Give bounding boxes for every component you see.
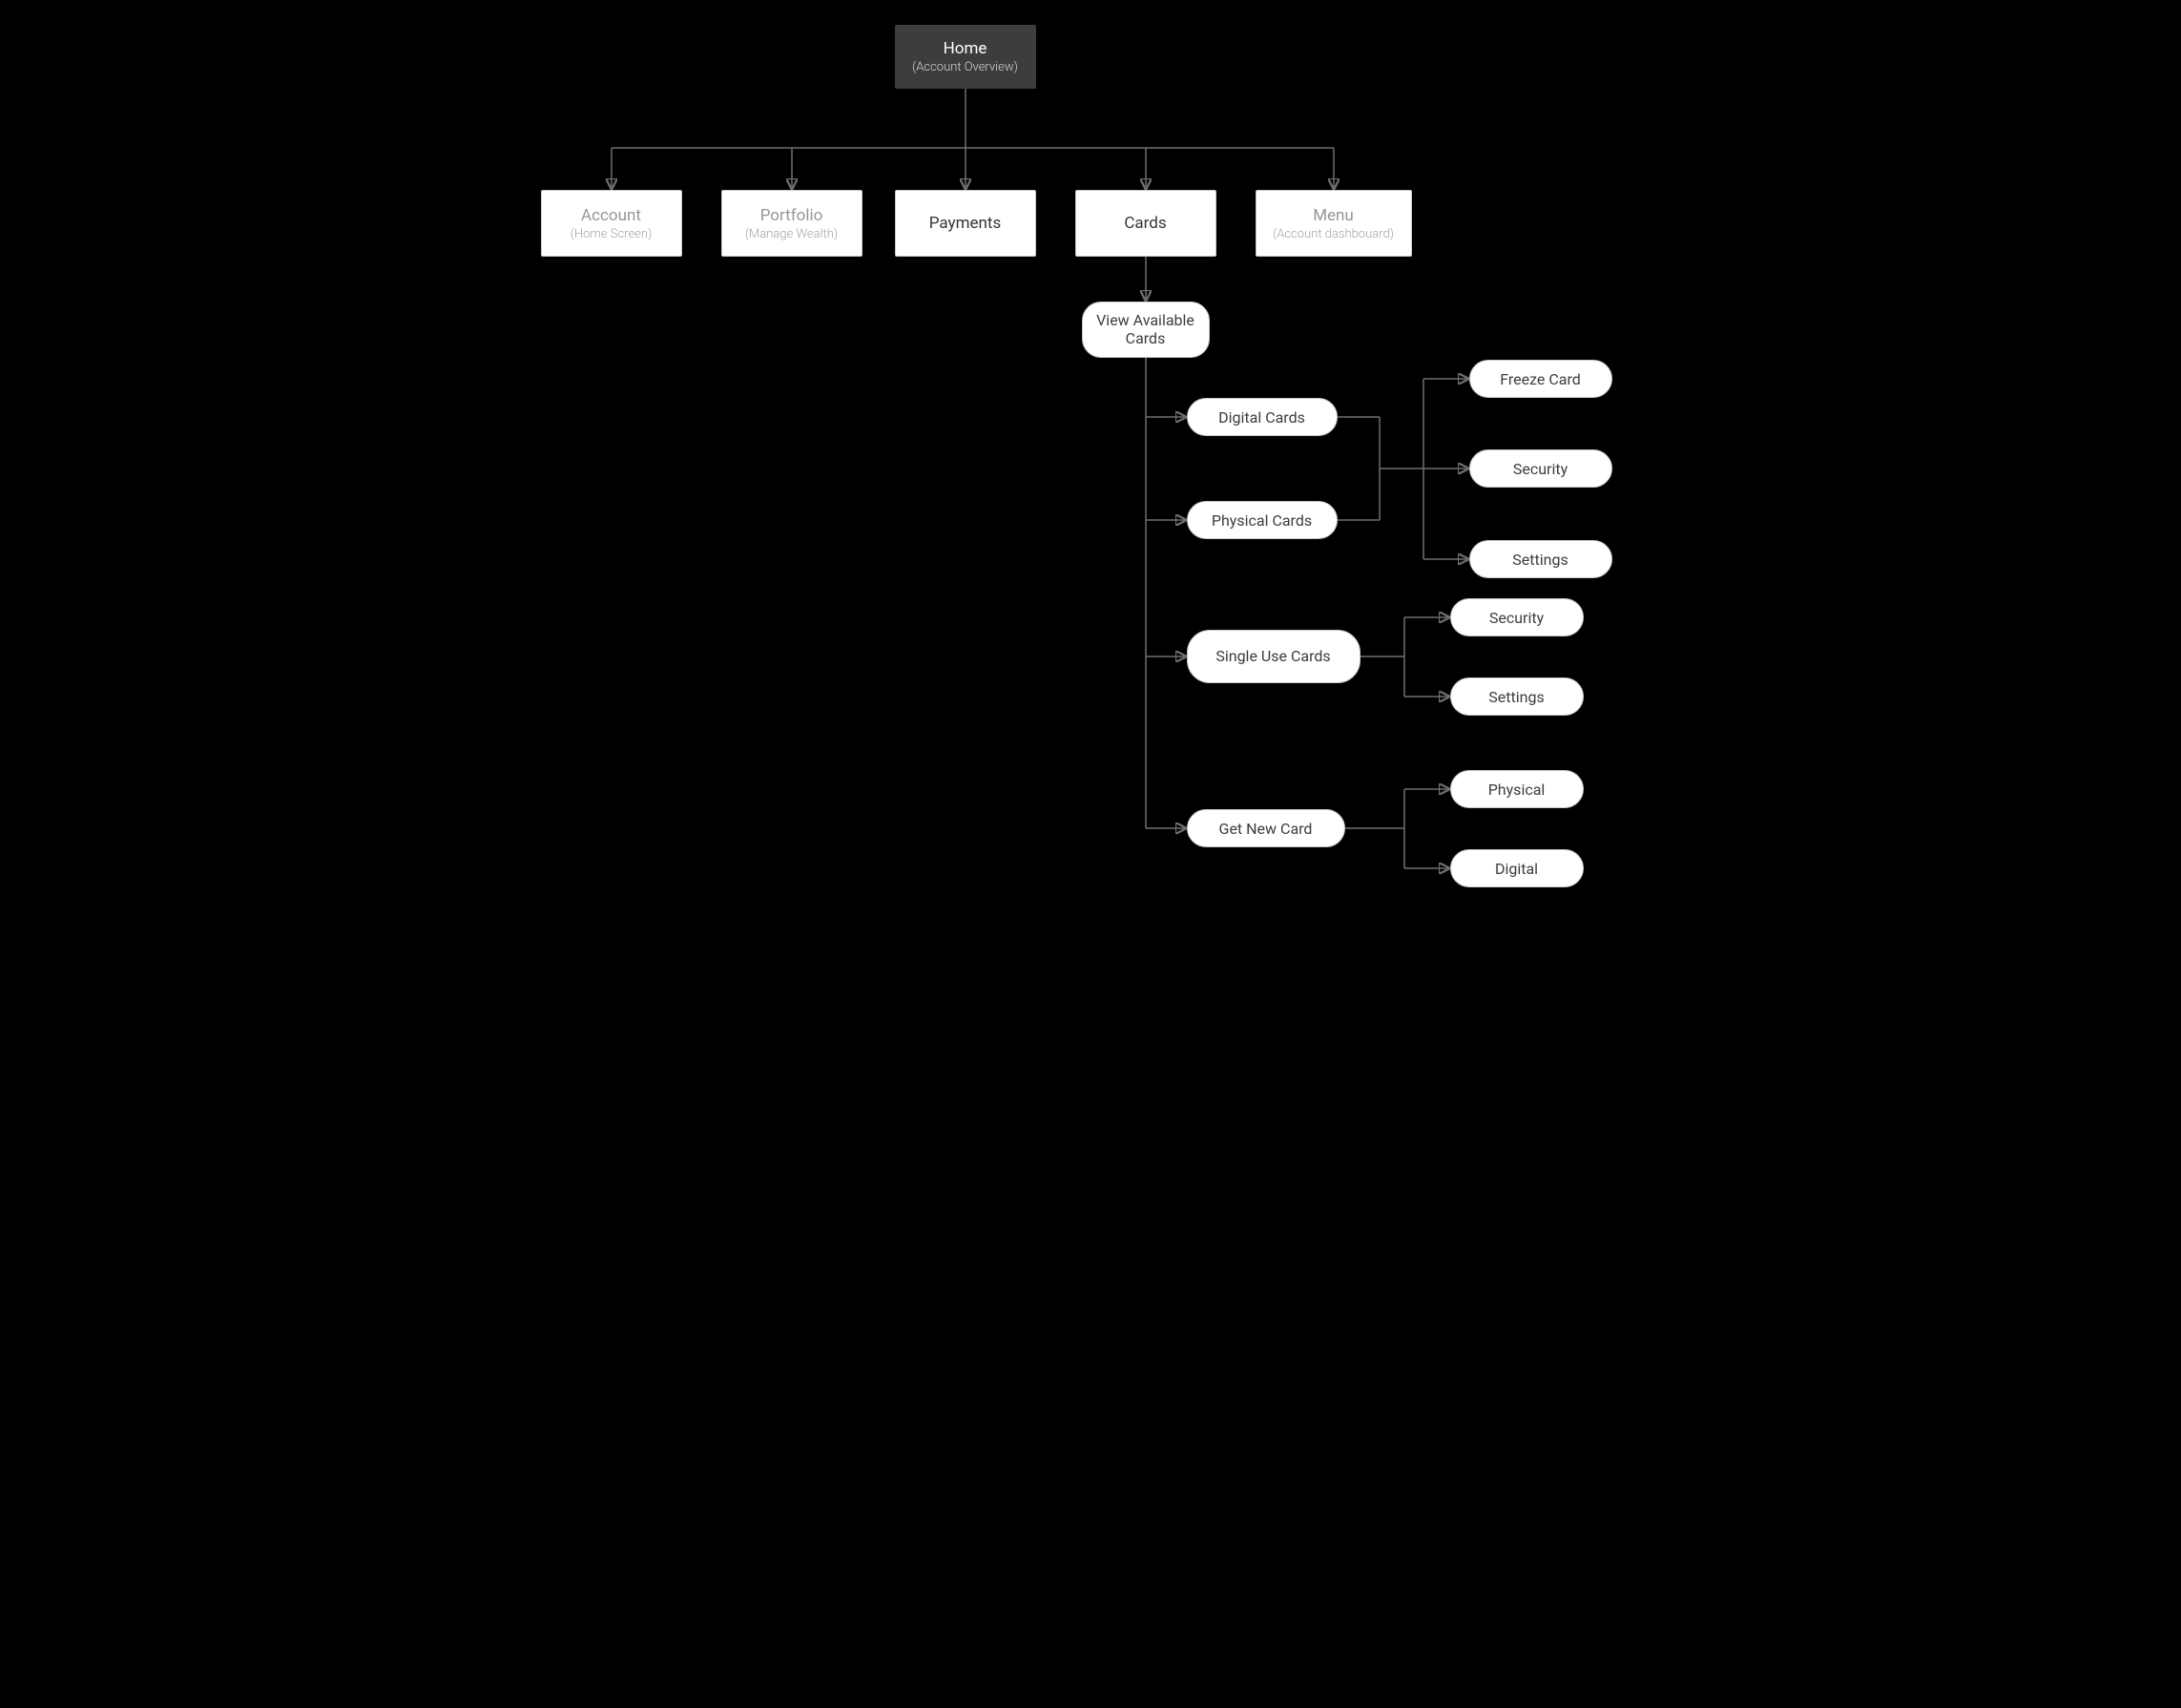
node-portfolio-sub: (Manage Wealth) [745,227,838,241]
node-payments[interactable]: Payments [895,190,1036,257]
node-single-use-cards-label: Single Use Cards [1215,648,1330,665]
node-menu-title: Menu [1313,206,1354,225]
node-portfolio[interactable]: Portfolio (Manage Wealth) [721,190,862,257]
node-dp-security-label: Security [1513,460,1568,478]
sitemap-canvas: Home (Account Overview) Account (Home Sc… [509,0,1672,911]
node-account-title: Account [581,206,641,225]
node-gn-physical[interactable]: Physical [1450,770,1584,808]
node-payments-title: Payments [929,214,1001,233]
node-get-new-card[interactable]: Get New Card [1187,809,1345,847]
node-su-settings[interactable]: Settings [1450,677,1584,716]
node-account[interactable]: Account (Home Screen) [541,190,682,257]
node-get-new-card-label: Get New Card [1219,820,1313,838]
node-home-sub: (Account Overview) [912,60,1018,74]
node-physical-cards[interactable]: Physical Cards [1187,501,1338,539]
node-gn-digital-label: Digital [1495,860,1538,878]
node-physical-cards-label: Physical Cards [1212,511,1312,530]
node-home-title: Home [944,39,987,58]
node-menu[interactable]: Menu (Account dashbouard) [1256,190,1412,257]
node-cards-title: Cards [1124,214,1166,233]
node-view-available-cards[interactable]: View Available Cards [1082,302,1210,358]
node-dp-security[interactable]: Security [1469,449,1612,488]
node-single-use-cards[interactable]: Single Use Cards [1187,630,1361,683]
node-su-security-label: Security [1489,609,1544,627]
node-portfolio-title: Portfolio [760,206,823,225]
node-su-security[interactable]: Security [1450,598,1584,636]
node-freeze-card-label: Freeze Card [1500,370,1581,388]
node-home[interactable]: Home (Account Overview) [895,25,1036,89]
node-gn-physical-label: Physical [1488,781,1546,799]
node-su-settings-label: Settings [1488,688,1544,706]
node-gn-digital[interactable]: Digital [1450,849,1584,887]
node-digital-cards-label: Digital Cards [1218,408,1305,427]
node-cards[interactable]: Cards [1075,190,1216,257]
node-dp-settings[interactable]: Settings [1469,540,1612,578]
node-account-sub: (Home Screen) [571,227,653,241]
node-freeze-card[interactable]: Freeze Card [1469,360,1612,398]
node-menu-sub: (Account dashbouard) [1273,227,1394,241]
node-view-available-cards-label: View Available Cards [1096,312,1195,347]
node-digital-cards[interactable]: Digital Cards [1187,398,1338,436]
node-dp-settings-label: Settings [1512,551,1568,569]
